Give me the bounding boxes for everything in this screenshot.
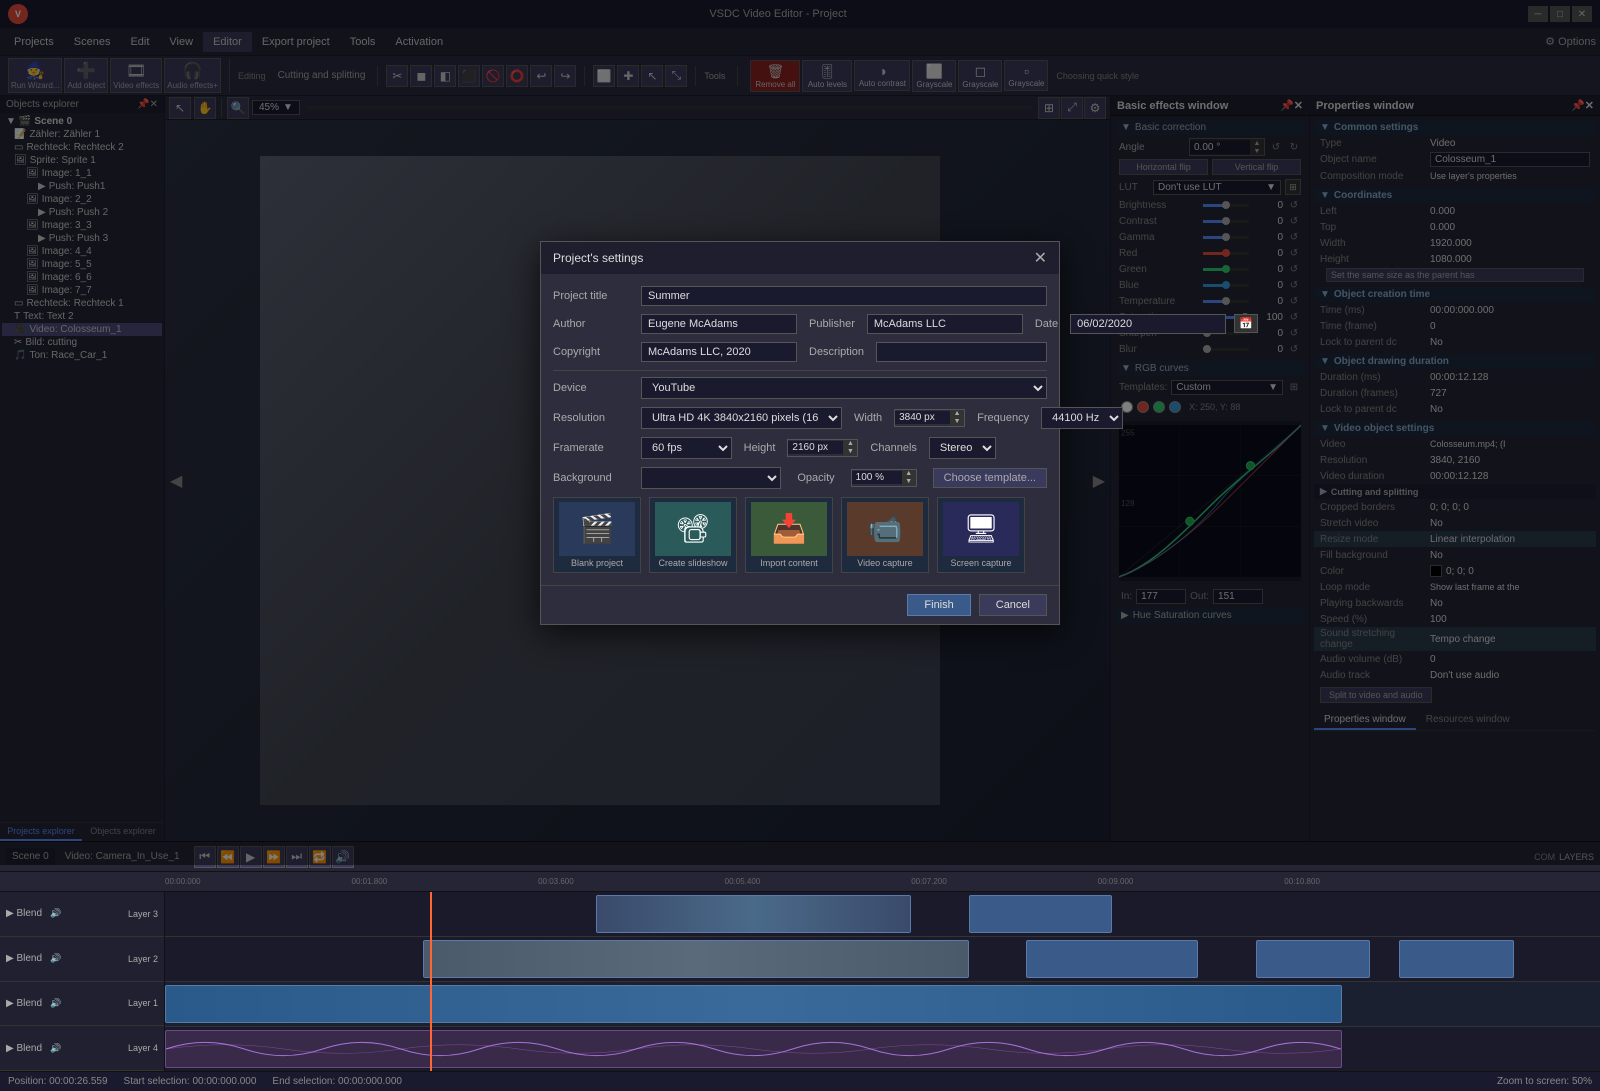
start-selection-status: Start selection: 00:00:000.000	[124, 1076, 257, 1087]
clip-3[interactable]	[423, 940, 968, 978]
author-input[interactable]	[641, 314, 797, 334]
track-row-2	[165, 937, 1600, 982]
track2-name: Layer 2	[128, 954, 158, 964]
track-row-3	[165, 892, 1600, 937]
timeline-area: Scene 0 Video: Camera_In_Use_1 ⏮ ⏪ ▶ ⏩ ⏭…	[0, 841, 1600, 1071]
playhead	[430, 892, 432, 1071]
height-input-wrapper: ▲ ▼	[787, 439, 858, 457]
opacity-up[interactable]: ▲	[902, 470, 916, 478]
dialog-footer: Finish Cancel	[541, 585, 1059, 624]
dialog-overlay: Project's settings ✕ Project title Autho…	[0, 0, 1600, 865]
resolution-row: Resolution Ultra HD 4K 3840x2160 pixels …	[553, 407, 1047, 429]
clip-5[interactable]	[1256, 940, 1371, 978]
width-input-wrapper: ▲ ▼	[894, 409, 965, 427]
clip-audio[interactable]	[165, 1030, 1342, 1068]
blank-icon: 🎬	[559, 502, 635, 556]
copyright-input[interactable]	[641, 342, 797, 362]
calendar-button[interactable]: 📅	[1234, 314, 1258, 333]
template-video-capture[interactable]: 📹 Video capture	[841, 497, 929, 573]
template-import[interactable]: 📥 Import content	[745, 497, 833, 573]
audio-waveform	[166, 1031, 1341, 1067]
track3-name: Layer 3	[128, 909, 158, 919]
video-capture-icon: 📹	[847, 502, 923, 556]
track-row-4	[165, 1027, 1600, 1071]
date-input[interactable]	[1070, 314, 1226, 334]
track4-name: Layer 4	[128, 1043, 158, 1053]
template-slideshow[interactable]: 📽 Create slideshow	[649, 497, 737, 573]
description-input[interactable]	[876, 342, 1047, 362]
background-row: Background Opacity ▲ ▼ Choose template..…	[553, 467, 1047, 489]
device-row: Device YouTube	[553, 377, 1047, 399]
dialog-body: Project title Author Publisher Date 📅 Co…	[541, 274, 1059, 585]
clip-4[interactable]	[1026, 940, 1198, 978]
author-pub-row: Author Publisher Date 📅	[553, 314, 1047, 334]
width-spinners: ▲ ▼	[950, 410, 964, 426]
position-status: Position: 00:00:26.559	[8, 1076, 108, 1087]
dialog-title-bar: Project's settings ✕	[541, 242, 1059, 274]
height-input[interactable]	[788, 441, 843, 454]
divider	[553, 370, 1047, 371]
clip-main[interactable]	[165, 985, 1342, 1023]
clip-2[interactable]	[969, 895, 1113, 933]
opacity-spinners: ▲ ▼	[902, 470, 916, 486]
height-down[interactable]: ▼	[843, 448, 857, 456]
publisher-input[interactable]	[867, 314, 1023, 334]
choose-template-button[interactable]: Choose template...	[933, 468, 1047, 488]
width-input[interactable]	[895, 411, 950, 424]
project-title-input[interactable]	[641, 286, 1047, 306]
width-up[interactable]: ▲	[950, 410, 964, 418]
import-icon: 📥	[751, 502, 827, 556]
opacity-down[interactable]: ▼	[902, 478, 916, 486]
track-labels: ▶ Blend 🔊 Layer 3 ▶ Blend 🔊 Layer 2 ▶ Bl…	[0, 892, 165, 1071]
clip-6[interactable]	[1399, 940, 1514, 978]
framerate-dropdown[interactable]: 60 fps	[641, 437, 732, 459]
copyright-desc-row: Copyright Description	[553, 342, 1047, 362]
channels-dropdown[interactable]: Stereo	[929, 437, 996, 459]
opacity-input[interactable]	[852, 471, 902, 484]
track-label-3: ▶ Blend 🔊 Layer 3	[0, 892, 164, 937]
background-dropdown[interactable]	[641, 467, 781, 489]
height-spinners: ▲ ▼	[843, 440, 857, 456]
template-screen-capture[interactable]: 🖥 Screen capture	[937, 497, 1025, 573]
width-down[interactable]: ▼	[950, 418, 964, 426]
slideshow-icon: 📽	[655, 502, 731, 556]
zoom-status: Zoom to screen: 50%	[1497, 1076, 1592, 1087]
project-title-row: Project title	[553, 286, 1047, 306]
track1-name: Layer 1	[128, 998, 158, 1008]
track-label-2: ▶ Blend 🔊 Layer 2	[0, 937, 164, 982]
screen-capture-icon: 🖥	[943, 502, 1019, 556]
track-row-1	[165, 982, 1600, 1027]
status-bar: Position: 00:00:26.559 Start selection: …	[0, 1071, 1600, 1091]
timeline-tracks	[165, 892, 1600, 1071]
dialog-close-button[interactable]: ✕	[1034, 248, 1047, 268]
cancel-button[interactable]: Cancel	[979, 594, 1047, 616]
opacity-input-wrapper: ▲ ▼	[851, 469, 917, 487]
finish-button[interactable]: Finish	[907, 594, 970, 616]
device-dropdown[interactable]: YouTube	[641, 377, 1047, 399]
frequency-dropdown[interactable]: 44100 Hz	[1041, 407, 1123, 429]
track-label-1: ▶ Blend 🔊 Layer 1	[0, 982, 164, 1027]
timeline-content: ▶ Blend 🔊 Layer 3 ▶ Blend 🔊 Layer 2 ▶ Bl…	[0, 892, 1600, 1071]
height-up[interactable]: ▲	[843, 440, 857, 448]
projects-settings-dialog: Project's settings ✕ Project title Autho…	[540, 241, 1060, 625]
template-blank[interactable]: 🎬 Blank project	[553, 497, 641, 573]
resolution-dropdown[interactable]: Ultra HD 4K 3840x2160 pixels (16	[641, 407, 842, 429]
track-label-4: ▶ Blend 🔊 Layer 4	[0, 1026, 164, 1071]
ruler-ticks: 00:00.000 00:01.800 00:03.600 00:05.400 …	[165, 872, 1600, 891]
clip-1[interactable]	[596, 895, 912, 933]
framerate-row: Framerate 60 fps Height ▲ ▼ Channels Ste…	[553, 437, 1047, 459]
dialog-templates: 🎬 Blank project 📽 Create slideshow 📥 Imp…	[553, 497, 1047, 573]
end-selection-status: End selection: 00:00:000.000	[272, 1076, 402, 1087]
timeline-ruler: 00:00.000 00:01.800 00:03.600 00:05.400 …	[0, 872, 1600, 892]
